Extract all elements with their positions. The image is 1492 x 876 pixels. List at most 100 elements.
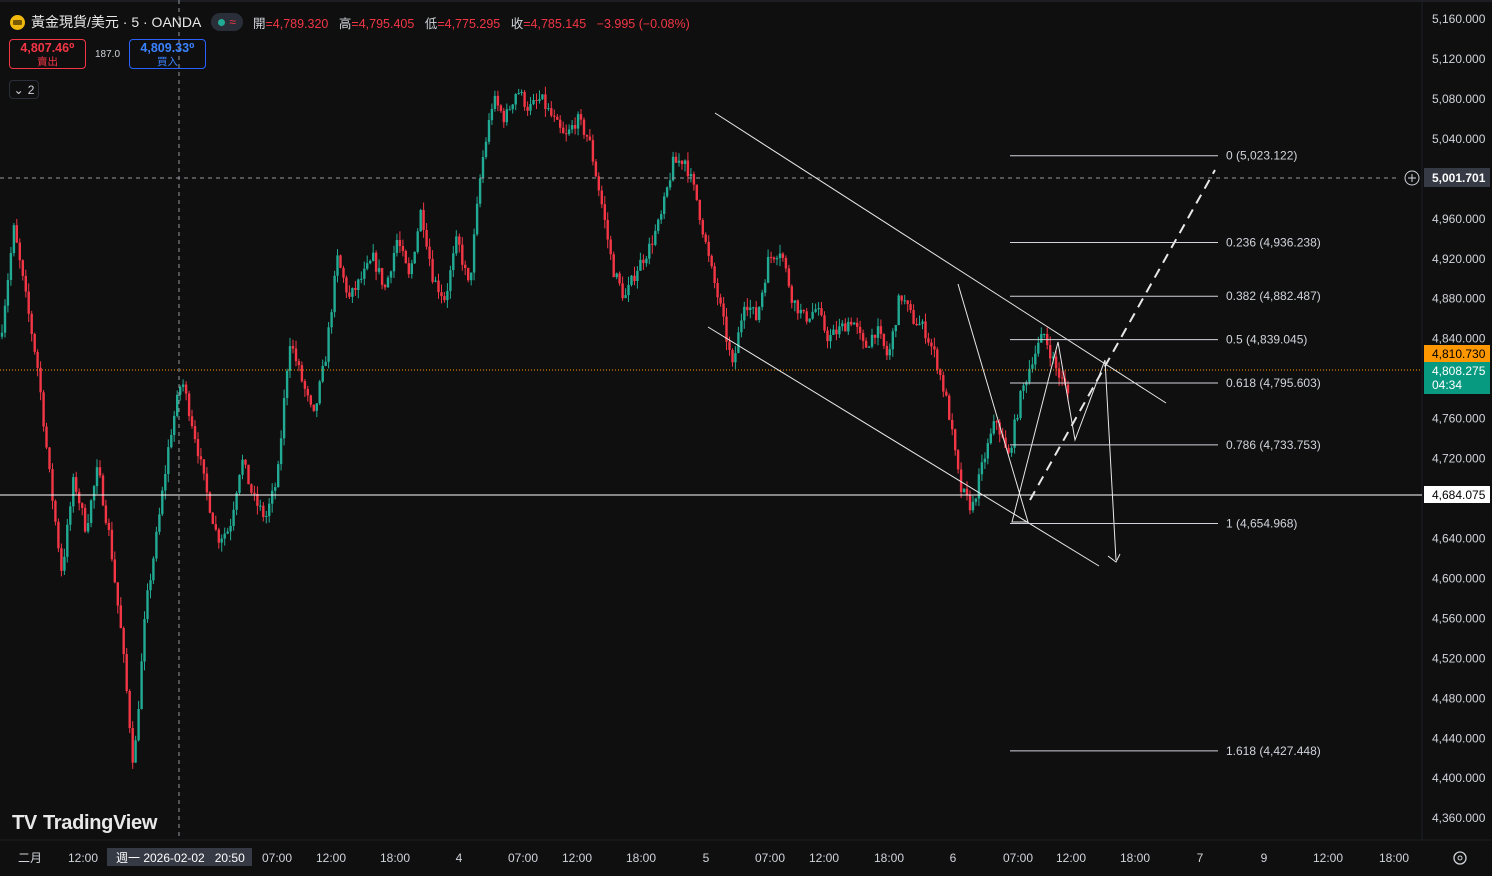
candle-body (870, 334, 874, 347)
tradingview-logo-icon: TV (12, 812, 37, 834)
fib-level-label: 0.236 (4,936.238) (1226, 236, 1321, 250)
candle-body (110, 529, 114, 560)
sell-price: 4,807.46⁰ (20, 41, 75, 55)
chart-stage[interactable]: 0 (5,023.122) 0.236 (4,936.238) 0.382 (4,8… (0, 0, 1492, 871)
candle-body (202, 459, 206, 474)
candle-body (588, 136, 592, 141)
candle-body (324, 361, 327, 366)
candle-body (612, 254, 615, 278)
candle-body (544, 94, 547, 109)
candle-body (187, 393, 191, 417)
price-tick-label: 4,720.000 (1432, 452, 1486, 466)
candle-body (832, 329, 835, 335)
candle-body (416, 231, 419, 252)
candle-body (986, 443, 989, 459)
candle-body (912, 310, 915, 324)
candle-body (66, 524, 69, 557)
candle-body (844, 323, 847, 332)
candle-body (796, 300, 799, 314)
candle-body (464, 264, 467, 268)
candle-body (434, 280, 437, 282)
price-tick-label: 4,640.000 (1432, 532, 1486, 546)
candle-body (392, 253, 396, 272)
candle-body (752, 307, 755, 309)
candle-body (517, 93, 520, 94)
candle-body (535, 100, 538, 101)
candle-body (704, 234, 707, 242)
candle-body (799, 309, 802, 314)
candle-body (541, 94, 544, 100)
open-value: =4,789.320 (265, 16, 329, 31)
candle-body (339, 255, 342, 268)
candle-body (348, 292, 351, 297)
candle-body (933, 346, 936, 350)
symbol-title[interactable]: 黃金現貨/美元 · 5 · OANDA (31, 12, 201, 32)
candle-body (190, 416, 194, 427)
candle-body (69, 506, 72, 525)
chevron-down-icon: ⌄ (13, 82, 24, 97)
candle-body (597, 176, 600, 191)
candle-body (223, 533, 226, 539)
candle-body (1040, 334, 1043, 343)
candle-body (636, 270, 639, 281)
candle-body (594, 161, 598, 177)
candle-body (680, 160, 684, 165)
candle-body (971, 501, 975, 511)
time-tick-label: 4 (456, 851, 463, 865)
candle-body (897, 295, 900, 326)
candle-body (951, 419, 954, 430)
market-open-dot-icon (218, 18, 226, 26)
sell-button[interactable]: 4,807.46⁰ 賣出 (9, 39, 86, 69)
candle-body (942, 375, 945, 392)
candle-body (83, 507, 87, 532)
candle-body (72, 477, 75, 507)
candle-body (520, 91, 523, 94)
fib-level-label: 0.786 (4,733.753) (1226, 438, 1321, 452)
candle-body (671, 156, 675, 181)
fib-level-label: 1 (4,654.968) (1226, 517, 1297, 531)
candle-body (15, 225, 18, 243)
candle-body (948, 395, 951, 420)
candle-body (861, 333, 865, 341)
candle-body (312, 404, 315, 411)
candle-body (956, 450, 960, 470)
candle-body (814, 309, 817, 312)
candle-body (226, 531, 229, 534)
candle-body (131, 728, 134, 763)
candle-body (766, 256, 770, 283)
candle-body (158, 514, 161, 532)
candle-body (838, 326, 841, 335)
fib-level-label: 1.618 (4,427.448) (1226, 744, 1321, 758)
candle-body (113, 559, 116, 583)
market-status-pill[interactable]: ≈ (211, 13, 243, 31)
candle-body (327, 327, 330, 362)
candle-body (336, 255, 339, 276)
price-axis[interactable]: 5,160.000 5,120.000 5,080.000 5,040.000 4,96… (1432, 12, 1486, 825)
candle-body (853, 322, 856, 325)
candle-body (386, 277, 390, 288)
chart-svg[interactable]: 0 (5,023.122) 0.236 (4,936.238) 0.382 (4,8… (0, 0, 1492, 871)
candle-body (306, 388, 309, 396)
candle-body (282, 398, 286, 439)
candle-body (746, 306, 749, 311)
candle-body (395, 240, 399, 253)
candle-body (858, 326, 862, 334)
fib-level-label: 0.618 (4,795.603) (1226, 376, 1321, 390)
candle-body (425, 230, 428, 247)
candle-body (642, 259, 645, 264)
candle-body (570, 125, 574, 130)
indicator-collapse-button[interactable]: ⌄ 2 (9, 80, 39, 99)
candle-body (170, 434, 173, 448)
buy-button[interactable]: 4,809.33⁰ 買入 (129, 39, 206, 69)
crosshair-time: 週一 2026-02-02 20:50 (116, 851, 245, 865)
candle-body (383, 284, 387, 288)
tradingview-logo[interactable]: TV TradingView (12, 812, 157, 835)
candle-body (253, 492, 256, 494)
candle-body (775, 258, 779, 260)
candle-body (360, 278, 363, 280)
candle-body (829, 335, 832, 342)
candle-body (639, 259, 642, 271)
low-value: =4,775.295 (437, 16, 501, 31)
candle-body (927, 338, 930, 343)
candle-body (1054, 356, 1058, 369)
